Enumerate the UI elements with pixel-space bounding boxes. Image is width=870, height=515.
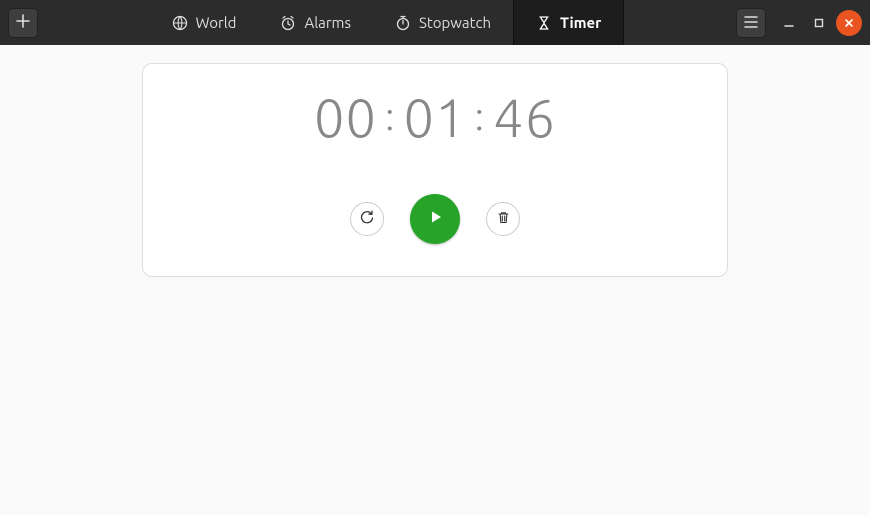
header-right-controls — [736, 8, 870, 38]
tab-stopwatch[interactable]: Stopwatch — [373, 0, 513, 45]
start-button[interactable] — [410, 194, 460, 244]
minimize-icon — [784, 14, 794, 32]
play-icon — [426, 208, 444, 230]
content-area: 00 : 01 : 46 — [0, 45, 870, 515]
headerbar: World Alarms Stopwatch Timer — [0, 0, 870, 45]
alarm-icon — [280, 15, 296, 31]
tab-label: Stopwatch — [419, 14, 491, 31]
delete-button[interactable] — [486, 202, 520, 236]
add-timer-button[interactable] — [8, 8, 38, 38]
time-separator: : — [385, 93, 396, 138]
time-separator: : — [474, 93, 485, 138]
tab-label: Timer — [560, 14, 601, 31]
reset-button[interactable] — [350, 202, 384, 236]
timer-card: 00 : 01 : 46 — [142, 63, 728, 277]
maximize-icon — [814, 14, 824, 32]
time-hours: 00 — [314, 88, 377, 148]
tab-world[interactable]: World — [150, 0, 259, 45]
hourglass-icon — [536, 15, 552, 31]
hamburger-icon — [744, 14, 758, 32]
reset-icon — [359, 209, 375, 229]
tab-alarms[interactable]: Alarms — [258, 0, 373, 45]
close-button[interactable] — [836, 10, 862, 36]
globe-icon — [172, 15, 188, 31]
tab-timer[interactable]: Timer — [513, 0, 624, 45]
time-seconds: 46 — [493, 88, 556, 148]
tab-label: World — [196, 14, 237, 31]
timer-controls — [350, 194, 520, 244]
tab-label: Alarms — [304, 14, 351, 31]
time-display: 00 : 01 : 46 — [314, 88, 556, 148]
time-minutes: 01 — [404, 88, 467, 148]
plus-icon — [16, 14, 30, 32]
minimize-button[interactable] — [776, 10, 802, 36]
tab-bar: World Alarms Stopwatch Timer — [38, 0, 736, 45]
hamburger-menu-button[interactable] — [736, 8, 766, 38]
maximize-button[interactable] — [806, 10, 832, 36]
trash-icon — [496, 210, 511, 229]
close-icon — [844, 14, 854, 32]
stopwatch-icon — [395, 15, 411, 31]
